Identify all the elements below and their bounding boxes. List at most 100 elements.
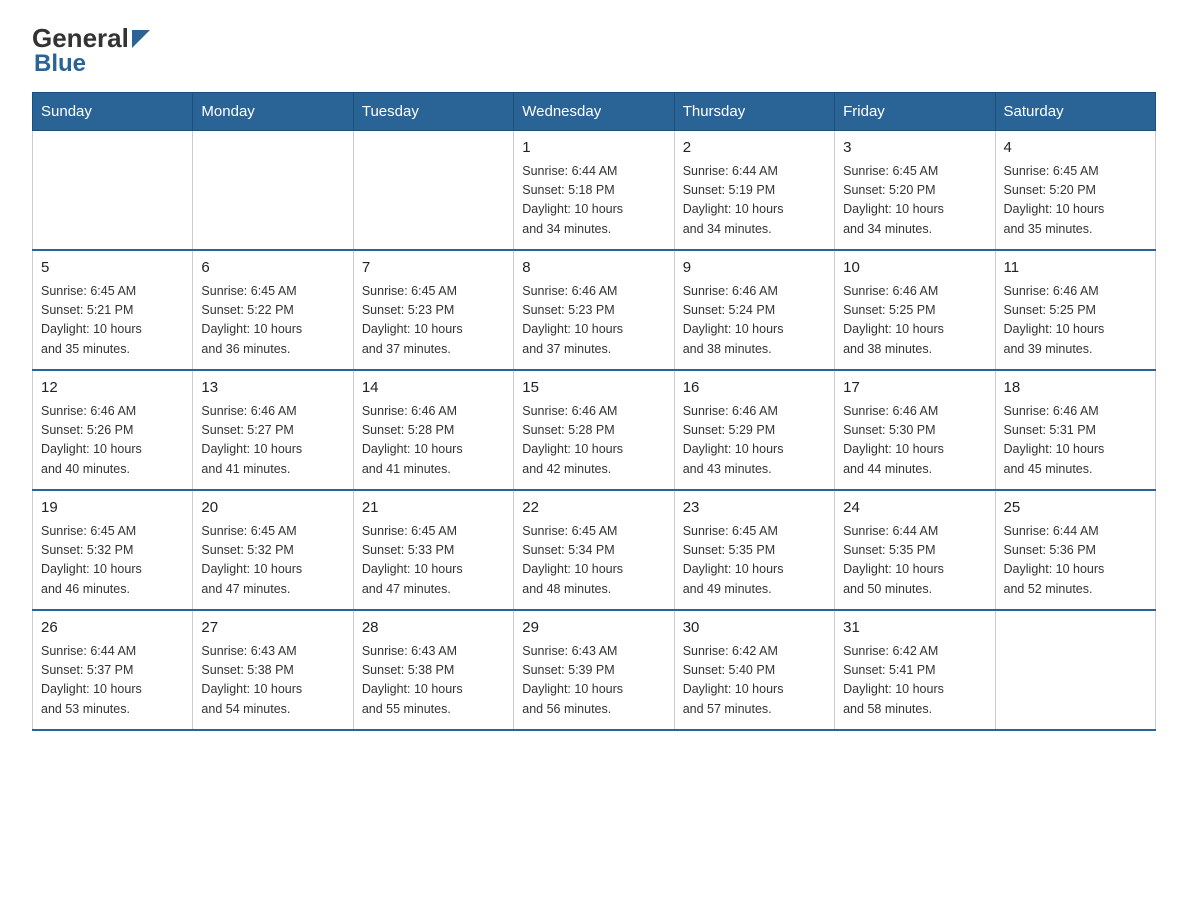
calendar-cell: 18Sunrise: 6:46 AM Sunset: 5:31 PM Dayli… <box>995 370 1155 490</box>
page-header: General Blue <box>32 24 1156 76</box>
calendar-cell: 7Sunrise: 6:45 AM Sunset: 5:23 PM Daylig… <box>353 250 513 370</box>
calendar-cell <box>193 131 353 251</box>
day-header-wednesday: Wednesday <box>514 93 674 131</box>
day-number: 21 <box>362 497 505 520</box>
calendar-cell: 26Sunrise: 6:44 AM Sunset: 5:37 PM Dayli… <box>33 610 193 730</box>
day-info: Sunrise: 6:46 AM Sunset: 5:27 PM Dayligh… <box>201 402 344 480</box>
day-info: Sunrise: 6:46 AM Sunset: 5:25 PM Dayligh… <box>1004 282 1147 360</box>
day-number: 6 <box>201 257 344 280</box>
day-info: Sunrise: 6:44 AM Sunset: 5:37 PM Dayligh… <box>41 642 184 720</box>
day-info: Sunrise: 6:46 AM Sunset: 5:28 PM Dayligh… <box>362 402 505 480</box>
calendar-cell: 21Sunrise: 6:45 AM Sunset: 5:33 PM Dayli… <box>353 490 513 610</box>
day-number: 27 <box>201 617 344 640</box>
day-number: 2 <box>683 137 826 160</box>
day-info: Sunrise: 6:44 AM Sunset: 5:35 PM Dayligh… <box>843 522 986 600</box>
day-info: Sunrise: 6:45 AM Sunset: 5:35 PM Dayligh… <box>683 522 826 600</box>
calendar-cell: 9Sunrise: 6:46 AM Sunset: 5:24 PM Daylig… <box>674 250 834 370</box>
calendar-cell: 3Sunrise: 6:45 AM Sunset: 5:20 PM Daylig… <box>835 131 995 251</box>
day-number: 3 <box>843 137 986 160</box>
calendar-cell: 16Sunrise: 6:46 AM Sunset: 5:29 PM Dayli… <box>674 370 834 490</box>
day-number: 25 <box>1004 497 1147 520</box>
logo-arrow-icon <box>132 30 150 52</box>
day-info: Sunrise: 6:44 AM Sunset: 5:18 PM Dayligh… <box>522 162 665 240</box>
week-row-2: 5Sunrise: 6:45 AM Sunset: 5:21 PM Daylig… <box>33 250 1156 370</box>
calendar-cell <box>995 610 1155 730</box>
calendar-table: SundayMondayTuesdayWednesdayThursdayFrid… <box>32 92 1156 731</box>
day-header-friday: Friday <box>835 93 995 131</box>
calendar-cell: 24Sunrise: 6:44 AM Sunset: 5:35 PM Dayli… <box>835 490 995 610</box>
calendar-cell: 8Sunrise: 6:46 AM Sunset: 5:23 PM Daylig… <box>514 250 674 370</box>
day-info: Sunrise: 6:44 AM Sunset: 5:19 PM Dayligh… <box>683 162 826 240</box>
day-info: Sunrise: 6:43 AM Sunset: 5:39 PM Dayligh… <box>522 642 665 720</box>
day-number: 1 <box>522 137 665 160</box>
day-number: 15 <box>522 377 665 400</box>
day-number: 12 <box>41 377 184 400</box>
week-row-3: 12Sunrise: 6:46 AM Sunset: 5:26 PM Dayli… <box>33 370 1156 490</box>
calendar-cell: 27Sunrise: 6:43 AM Sunset: 5:38 PM Dayli… <box>193 610 353 730</box>
day-info: Sunrise: 6:46 AM Sunset: 5:31 PM Dayligh… <box>1004 402 1147 480</box>
day-info: Sunrise: 6:46 AM Sunset: 5:23 PM Dayligh… <box>522 282 665 360</box>
day-number: 10 <box>843 257 986 280</box>
day-info: Sunrise: 6:46 AM Sunset: 5:25 PM Dayligh… <box>843 282 986 360</box>
day-info: Sunrise: 6:45 AM Sunset: 5:20 PM Dayligh… <box>843 162 986 240</box>
calendar-cell: 23Sunrise: 6:45 AM Sunset: 5:35 PM Dayli… <box>674 490 834 610</box>
day-info: Sunrise: 6:46 AM Sunset: 5:26 PM Dayligh… <box>41 402 184 480</box>
calendar-cell: 10Sunrise: 6:46 AM Sunset: 5:25 PM Dayli… <box>835 250 995 370</box>
calendar-cell: 20Sunrise: 6:45 AM Sunset: 5:32 PM Dayli… <box>193 490 353 610</box>
calendar-cell: 28Sunrise: 6:43 AM Sunset: 5:38 PM Dayli… <box>353 610 513 730</box>
calendar-cell <box>353 131 513 251</box>
day-headers-row: SundayMondayTuesdayWednesdayThursdayFrid… <box>33 93 1156 131</box>
calendar-cell: 17Sunrise: 6:46 AM Sunset: 5:30 PM Dayli… <box>835 370 995 490</box>
calendar-cell: 5Sunrise: 6:45 AM Sunset: 5:21 PM Daylig… <box>33 250 193 370</box>
day-number: 23 <box>683 497 826 520</box>
calendar-cell: 6Sunrise: 6:45 AM Sunset: 5:22 PM Daylig… <box>193 250 353 370</box>
day-number: 19 <box>41 497 184 520</box>
day-info: Sunrise: 6:44 AM Sunset: 5:36 PM Dayligh… <box>1004 522 1147 600</box>
logo-general-text: General <box>32 25 129 51</box>
day-header-monday: Monday <box>193 93 353 131</box>
day-number: 20 <box>201 497 344 520</box>
calendar-cell: 12Sunrise: 6:46 AM Sunset: 5:26 PM Dayli… <box>33 370 193 490</box>
day-number: 26 <box>41 617 184 640</box>
day-number: 14 <box>362 377 505 400</box>
logo-blue-text: Blue <box>32 52 150 76</box>
logo: General Blue <box>32 24 150 76</box>
calendar-cell: 14Sunrise: 6:46 AM Sunset: 5:28 PM Dayli… <box>353 370 513 490</box>
day-number: 5 <box>41 257 184 280</box>
day-info: Sunrise: 6:46 AM Sunset: 5:24 PM Dayligh… <box>683 282 826 360</box>
day-number: 7 <box>362 257 505 280</box>
day-info: Sunrise: 6:46 AM Sunset: 5:28 PM Dayligh… <box>522 402 665 480</box>
day-number: 13 <box>201 377 344 400</box>
day-number: 4 <box>1004 137 1147 160</box>
day-info: Sunrise: 6:46 AM Sunset: 5:29 PM Dayligh… <box>683 402 826 480</box>
calendar-cell: 29Sunrise: 6:43 AM Sunset: 5:39 PM Dayli… <box>514 610 674 730</box>
day-number: 31 <box>843 617 986 640</box>
calendar-body: 1Sunrise: 6:44 AM Sunset: 5:18 PM Daylig… <box>33 131 1156 731</box>
day-info: Sunrise: 6:42 AM Sunset: 5:41 PM Dayligh… <box>843 642 986 720</box>
calendar-cell: 25Sunrise: 6:44 AM Sunset: 5:36 PM Dayli… <box>995 490 1155 610</box>
day-info: Sunrise: 6:46 AM Sunset: 5:30 PM Dayligh… <box>843 402 986 480</box>
day-info: Sunrise: 6:45 AM Sunset: 5:32 PM Dayligh… <box>41 522 184 600</box>
week-row-5: 26Sunrise: 6:44 AM Sunset: 5:37 PM Dayli… <box>33 610 1156 730</box>
calendar-cell: 19Sunrise: 6:45 AM Sunset: 5:32 PM Dayli… <box>33 490 193 610</box>
week-row-4: 19Sunrise: 6:45 AM Sunset: 5:32 PM Dayli… <box>33 490 1156 610</box>
day-header-sunday: Sunday <box>33 93 193 131</box>
day-number: 28 <box>362 617 505 640</box>
day-info: Sunrise: 6:45 AM Sunset: 5:22 PM Dayligh… <box>201 282 344 360</box>
day-number: 29 <box>522 617 665 640</box>
day-info: Sunrise: 6:43 AM Sunset: 5:38 PM Dayligh… <box>362 642 505 720</box>
calendar-header: SundayMondayTuesdayWednesdayThursdayFrid… <box>33 93 1156 131</box>
calendar-cell: 2Sunrise: 6:44 AM Sunset: 5:19 PM Daylig… <box>674 131 834 251</box>
day-header-thursday: Thursday <box>674 93 834 131</box>
day-number: 16 <box>683 377 826 400</box>
day-info: Sunrise: 6:45 AM Sunset: 5:20 PM Dayligh… <box>1004 162 1147 240</box>
calendar-cell: 31Sunrise: 6:42 AM Sunset: 5:41 PM Dayli… <box>835 610 995 730</box>
day-number: 24 <box>843 497 986 520</box>
day-info: Sunrise: 6:45 AM Sunset: 5:33 PM Dayligh… <box>362 522 505 600</box>
day-number: 18 <box>1004 377 1147 400</box>
calendar-cell: 30Sunrise: 6:42 AM Sunset: 5:40 PM Dayli… <box>674 610 834 730</box>
day-info: Sunrise: 6:43 AM Sunset: 5:38 PM Dayligh… <box>201 642 344 720</box>
calendar-cell: 22Sunrise: 6:45 AM Sunset: 5:34 PM Dayli… <box>514 490 674 610</box>
day-info: Sunrise: 6:45 AM Sunset: 5:32 PM Dayligh… <box>201 522 344 600</box>
day-info: Sunrise: 6:45 AM Sunset: 5:21 PM Dayligh… <box>41 282 184 360</box>
